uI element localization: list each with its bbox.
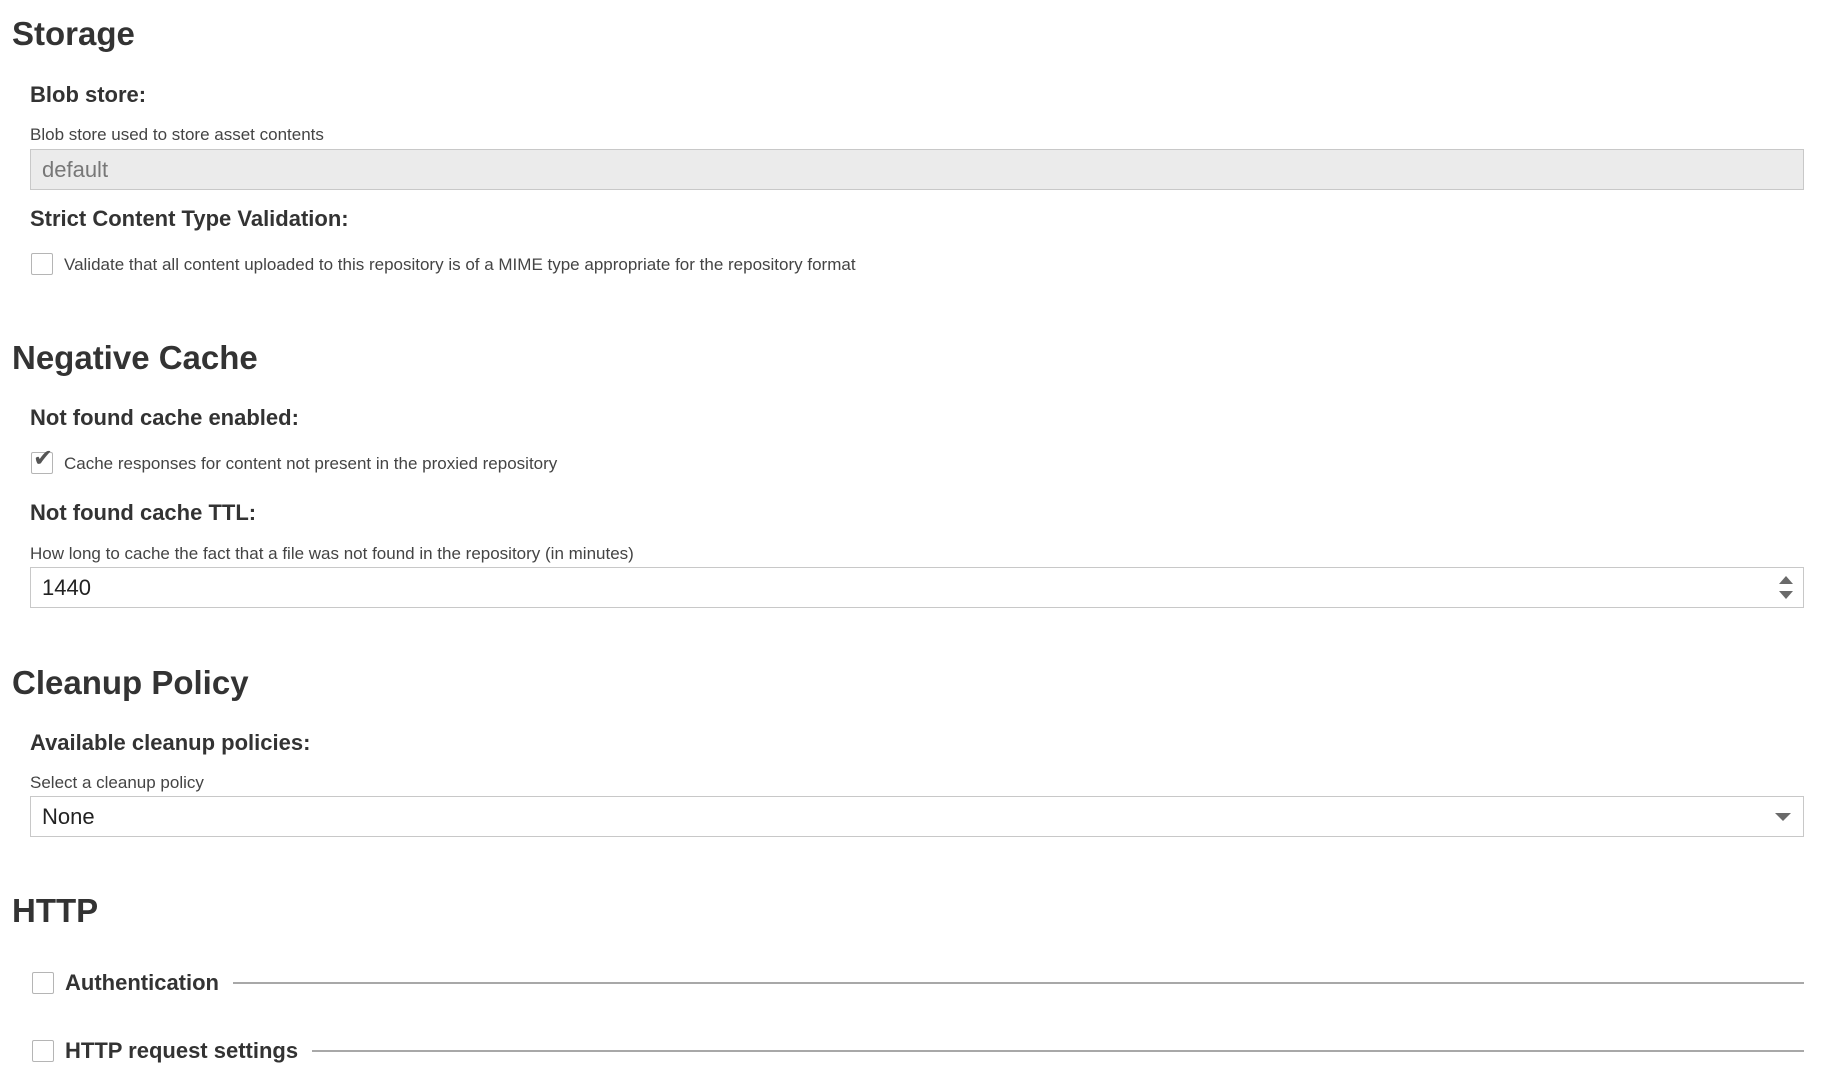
- fieldset-divider: [233, 982, 1804, 984]
- blob-store-label: Blob store:: [30, 82, 147, 107]
- authentication-legend[interactable]: Authentication: [65, 970, 219, 996]
- section-title-negative-cache: Negative Cache: [12, 339, 258, 376]
- repository-settings-form: Storage Blob store: Blob store used to s…: [0, 0, 1844, 1087]
- checkmark-icon: ✔: [33, 445, 54, 472]
- cleanup-policy-select[interactable]: None: [30, 796, 1804, 837]
- strict-content-checkbox-label[interactable]: Validate that all content uploaded to th…: [64, 256, 856, 273]
- decrement-arrow-icon[interactable]: [1779, 591, 1793, 599]
- section-title-http: HTTP: [12, 892, 99, 929]
- not-found-cache-ttl-label: Not found cache TTL:: [30, 500, 257, 525]
- section-title-cleanup-policy: Cleanup Policy: [12, 664, 249, 701]
- http-request-settings-fieldset-header: HTTP request settings: [32, 1036, 1804, 1066]
- not-found-cache-enabled-label: Not found cache enabled:: [30, 405, 299, 430]
- section-title-storage: Storage: [12, 15, 135, 52]
- not-found-cache-ttl-help: How long to cache the fact that a file w…: [30, 544, 634, 563]
- not-found-cache-ttl-value: 1440: [42, 574, 91, 600]
- blob-store-help: Blob store used to store asset contents: [30, 125, 324, 144]
- spinner-arrows-icon[interactable]: [1777, 574, 1793, 602]
- fieldset-divider: [312, 1050, 1804, 1052]
- cleanup-policies-help: Select a cleanup policy: [30, 773, 204, 792]
- not-found-cache-checkbox[interactable]: ✔: [31, 447, 53, 474]
- increment-arrow-icon[interactable]: [1779, 576, 1793, 584]
- authentication-fieldset-header: Authentication: [32, 968, 1804, 998]
- authentication-checkbox[interactable]: [32, 972, 54, 994]
- http-request-settings-legend[interactable]: HTTP request settings: [65, 1038, 298, 1064]
- http-request-settings-checkbox[interactable]: [32, 1040, 54, 1062]
- strict-content-label: Strict Content Type Validation:: [30, 206, 349, 231]
- blob-store-field: default: [30, 149, 1804, 190]
- cleanup-policy-selected: None: [42, 803, 95, 829]
- blob-store-value: default: [42, 156, 109, 182]
- strict-content-checkbox[interactable]: [31, 253, 53, 275]
- chevron-down-icon[interactable]: [1775, 813, 1791, 821]
- cleanup-policies-label: Available cleanup policies:: [30, 730, 311, 755]
- not-found-cache-ttl-input[interactable]: 1440: [30, 567, 1804, 608]
- not-found-cache-checkbox-label[interactable]: Cache responses for content not present …: [64, 455, 557, 472]
